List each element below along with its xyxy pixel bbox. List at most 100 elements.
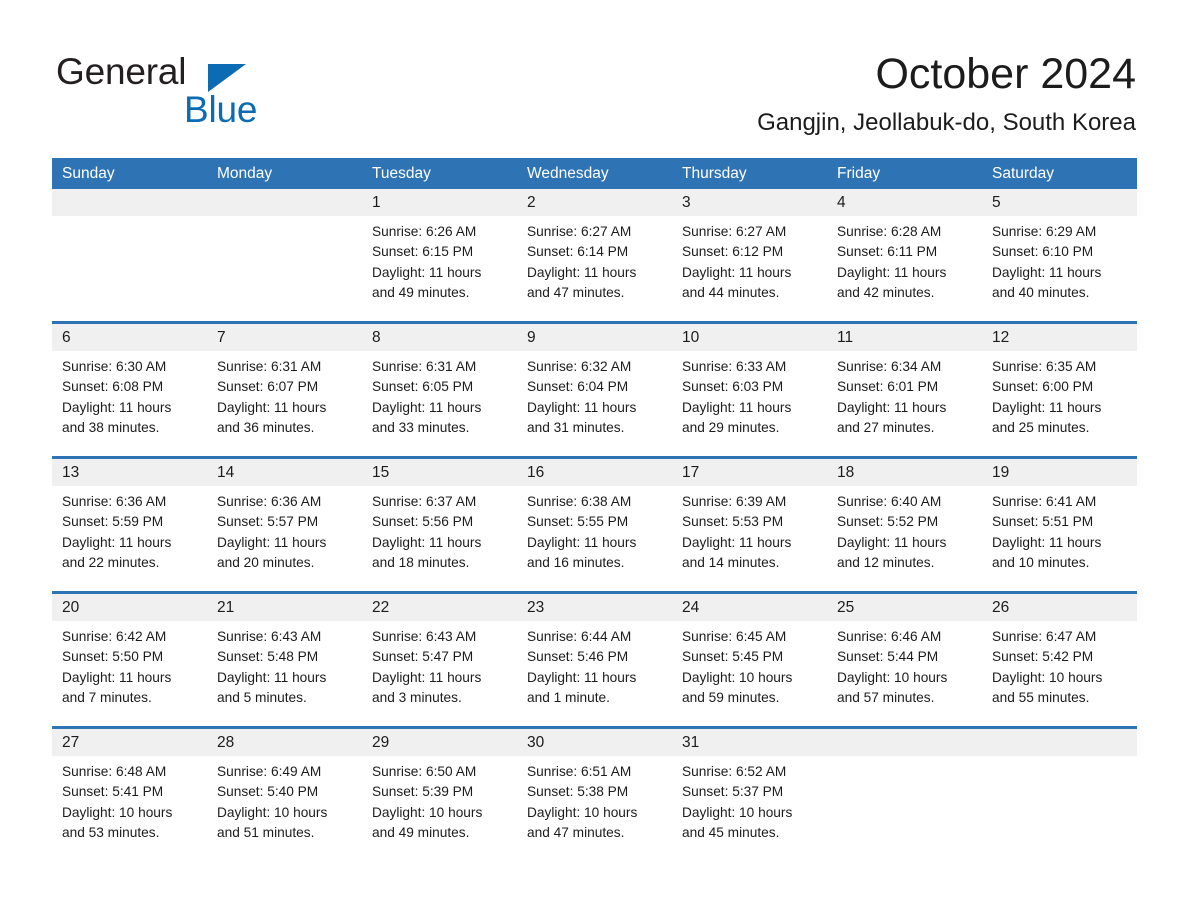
daylight-duration-line2: and 29 minutes. <box>682 419 780 435</box>
calendar-day-cell[interactable]: 19 Sunrise: 6:41 AM Sunset: 5:51 PM Dayligh… <box>982 459 1137 591</box>
day-number: 16 <box>517 459 672 486</box>
calendar-day-cell[interactable]: 1 Sunrise: 6:26 AM Sunset: 6:15 PM Daylight… <box>362 189 517 321</box>
calendar-day-cell[interactable]: 23 Sunrise: 6:44 AM Sunset: 5:46 PM Dayligh… <box>517 594 672 726</box>
calendar-day-cell[interactable]: 17 Sunrise: 6:39 AM Sunset: 5:53 PM Dayligh… <box>672 459 827 591</box>
day-number: 28 <box>207 729 362 756</box>
day-number: 22 <box>362 594 517 621</box>
sunrise-time: Sunrise: 6:42 AM <box>62 629 167 644</box>
day-details: Sunrise: 6:28 AM Sunset: 6:11 PM Daylight:… <box>827 216 982 303</box>
calendar-day-cell[interactable]: 9 Sunrise: 6:32 AM Sunset: 6:04 PM Daylight… <box>517 324 672 456</box>
calendar-day-cell[interactable]: 3 Sunrise: 6:27 AM Sunset: 6:12 PM Daylight… <box>672 189 827 321</box>
calendar-day-cell[interactable]: 2 Sunrise: 6:27 AM Sunset: 6:14 PM Daylight… <box>517 189 672 321</box>
day-number: 30 <box>517 729 672 756</box>
sunrise-time: Sunrise: 6:44 AM <box>527 629 632 644</box>
daylight-duration-line1: Daylight: 10 hours <box>682 669 793 685</box>
sunrise-time: Sunrise: 6:29 AM <box>992 224 1097 239</box>
weekday-header-sunday: Sunday <box>62 165 115 182</box>
day-details: Sunrise: 6:29 AM Sunset: 6:10 PM Daylight:… <box>982 216 1137 303</box>
calendar-day-cell[interactable]: 29 Sunrise: 6:50 AM Sunset: 5:39 PM Dayligh… <box>362 729 517 861</box>
day-details: Sunrise: 6:31 AM Sunset: 6:05 PM Daylight:… <box>362 351 517 438</box>
daylight-duration-line1: Daylight: 11 hours <box>682 264 792 280</box>
calendar-day-cell[interactable]: 8 Sunrise: 6:31 AM Sunset: 6:05 PM Daylight… <box>362 324 517 456</box>
calendar-day-cell[interactable]: 11 Sunrise: 6:34 AM Sunset: 6:01 PM Dayligh… <box>827 324 982 456</box>
daylight-duration-line1: Daylight: 10 hours <box>527 804 638 820</box>
daylight-duration-line1: Daylight: 11 hours <box>372 264 482 280</box>
sunrise-time: Sunrise: 6:32 AM <box>527 359 632 374</box>
sunset-time: Sunset: 6:03 PM <box>682 379 784 395</box>
calendar-day-cell[interactable]: 14 Sunrise: 6:36 AM Sunset: 5:57 PM Dayligh… <box>207 459 362 591</box>
calendar-day-cell[interactable]: 15 Sunrise: 6:37 AM Sunset: 5:56 PM Dayligh… <box>362 459 517 591</box>
daylight-duration-line1: Daylight: 10 hours <box>992 669 1103 685</box>
weekday-header-friday: Friday <box>837 165 881 182</box>
calendar-day-cell[interactable]: 5 Sunrise: 6:29 AM Sunset: 6:10 PM Daylight… <box>982 189 1137 321</box>
sunrise-time: Sunrise: 6:38 AM <box>527 494 632 509</box>
day-number: 18 <box>827 459 982 486</box>
calendar-day-cell[interactable]: 25 Sunrise: 6:46 AM Sunset: 5:44 PM Dayligh… <box>827 594 982 726</box>
calendar-day-cell[interactable]: 18 Sunrise: 6:40 AM Sunset: 5:52 PM Dayligh… <box>827 459 982 591</box>
daylight-duration-line1: Daylight: 10 hours <box>372 804 483 820</box>
sunrise-time: Sunrise: 6:48 AM <box>62 764 167 779</box>
calendar-day-cell[interactable]: 6 Sunrise: 6:30 AM Sunset: 6:08 PM Daylight… <box>52 324 207 456</box>
sunset-time: Sunset: 6:07 PM <box>217 379 319 395</box>
sunset-time: Sunset: 6:05 PM <box>372 379 474 395</box>
day-details: Sunrise: 6:36 AM Sunset: 5:59 PM Daylight:… <box>52 486 207 573</box>
sunset-time: Sunset: 5:38 PM <box>527 784 629 800</box>
day-number: 2 <box>517 189 672 216</box>
sunrise-time: Sunrise: 6:40 AM <box>837 494 942 509</box>
calendar-day-cell-empty <box>827 729 982 861</box>
calendar-day-cell[interactable]: 4 Sunrise: 6:28 AM Sunset: 6:11 PM Daylight… <box>827 189 982 321</box>
daylight-duration-line1: Daylight: 10 hours <box>837 669 948 685</box>
day-details: Sunrise: 6:42 AM Sunset: 5:50 PM Daylight:… <box>52 621 207 708</box>
day-number: 4 <box>827 189 982 216</box>
daylight-duration-line2: and 33 minutes. <box>372 419 470 435</box>
day-number: 19 <box>982 459 1137 486</box>
location-subtitle: Gangjin, Jeollabuk-do, South Korea <box>757 109 1136 136</box>
calendar-day-cell[interactable]: 27 Sunrise: 6:48 AM Sunset: 5:41 PM Dayligh… <box>52 729 207 861</box>
daylight-duration-line1: Daylight: 11 hours <box>372 534 482 550</box>
day-number: 21 <box>207 594 362 621</box>
sunrise-time: Sunrise: 6:43 AM <box>217 629 322 644</box>
day-number: 3 <box>672 189 827 216</box>
calendar-day-cell[interactable]: 22 Sunrise: 6:43 AM Sunset: 5:47 PM Dayligh… <box>362 594 517 726</box>
sunrise-time: Sunrise: 6:47 AM <box>992 629 1097 644</box>
sunset-time: Sunset: 6:11 PM <box>837 244 938 260</box>
calendar-day-cell[interactable]: 7 Sunrise: 6:31 AM Sunset: 6:07 PM Daylight… <box>207 324 362 456</box>
sunrise-time: Sunrise: 6:37 AM <box>372 494 477 509</box>
logo-triangle-icon <box>208 64 246 92</box>
calendar-day-cell[interactable]: 30 Sunrise: 6:51 AM Sunset: 5:38 PM Dayligh… <box>517 729 672 861</box>
sunset-time: Sunset: 5:57 PM <box>217 514 319 530</box>
day-number: 25 <box>827 594 982 621</box>
day-details: Sunrise: 6:27 AM Sunset: 6:12 PM Daylight:… <box>672 216 827 303</box>
daylight-duration-line1: Daylight: 11 hours <box>837 264 947 280</box>
calendar-weeks: 1 Sunrise: 6:26 AM Sunset: 6:15 PM Daylight… <box>52 189 1137 861</box>
logo-text-general: General <box>56 51 187 92</box>
daylight-duration-line2: and 44 minutes. <box>682 284 780 300</box>
calendar-day-cell[interactable]: 24 Sunrise: 6:45 AM Sunset: 5:45 PM Dayligh… <box>672 594 827 726</box>
calendar-day-cell[interactable]: 28 Sunrise: 6:49 AM Sunset: 5:40 PM Dayligh… <box>207 729 362 861</box>
calendar-day-cell[interactable]: 13 Sunrise: 6:36 AM Sunset: 5:59 PM Dayligh… <box>52 459 207 591</box>
day-details: Sunrise: 6:45 AM Sunset: 5:45 PM Daylight:… <box>672 621 827 708</box>
sunset-time: Sunset: 6:15 PM <box>372 244 474 260</box>
day-number <box>827 729 982 756</box>
calendar-day-cell[interactable]: 16 Sunrise: 6:38 AM Sunset: 5:55 PM Dayligh… <box>517 459 672 591</box>
day-details: Sunrise: 6:39 AM Sunset: 5:53 PM Daylight:… <box>672 486 827 573</box>
daylight-duration-line2: and 1 minute. <box>527 689 610 705</box>
sunset-time: Sunset: 5:52 PM <box>837 514 939 530</box>
calendar-day-cell[interactable]: 31 Sunrise: 6:52 AM Sunset: 5:37 PM Dayligh… <box>672 729 827 861</box>
sunrise-time: Sunrise: 6:52 AM <box>682 764 787 779</box>
daylight-duration-line2: and 57 minutes. <box>837 689 935 705</box>
calendar-day-cell[interactable]: 21 Sunrise: 6:43 AM Sunset: 5:48 PM Dayligh… <box>207 594 362 726</box>
daylight-duration-line1: Daylight: 11 hours <box>527 399 637 415</box>
calendar-day-cell[interactable]: 26 Sunrise: 6:47 AM Sunset: 5:42 PM Dayligh… <box>982 594 1137 726</box>
title-block: October 2024 Gangjin, Jeollabuk-do, Sout… <box>757 48 1136 138</box>
sunrise-time: Sunrise: 6:35 AM <box>992 359 1097 374</box>
daylight-duration-line2: and 22 minutes. <box>62 554 160 570</box>
daylight-duration-line2: and 40 minutes. <box>992 284 1090 300</box>
calendar-day-cell[interactable]: 10 Sunrise: 6:33 AM Sunset: 6:03 PM Dayligh… <box>672 324 827 456</box>
daylight-duration-line2: and 3 minutes. <box>372 689 462 705</box>
page-header: General Blue October 2024 Gangjin, Jeoll… <box>0 0 1188 150</box>
day-details: Sunrise: 6:47 AM Sunset: 5:42 PM Daylight:… <box>982 621 1137 708</box>
calendar-day-cell[interactable]: 12 Sunrise: 6:35 AM Sunset: 6:00 PM Dayligh… <box>982 324 1137 456</box>
sunrise-time: Sunrise: 6:50 AM <box>372 764 477 779</box>
calendar-day-cell[interactable]: 20 Sunrise: 6:42 AM Sunset: 5:50 PM Dayligh… <box>52 594 207 726</box>
